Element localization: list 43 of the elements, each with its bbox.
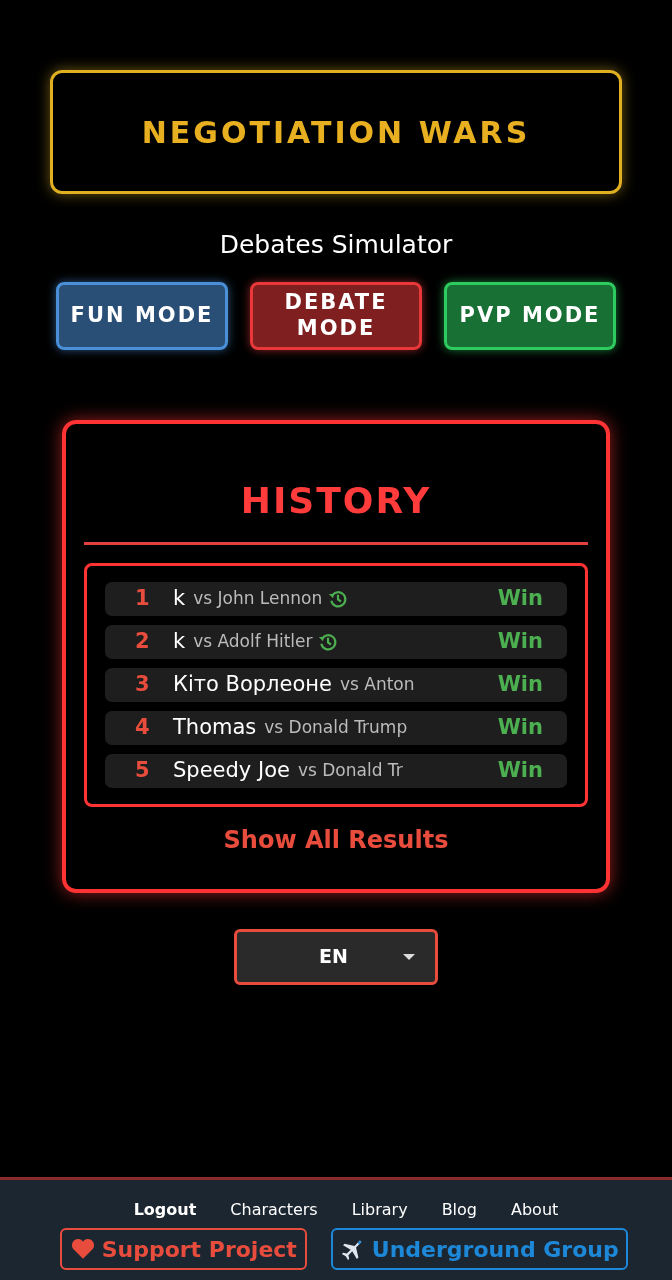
history-row[interactable]: 2 k vs Adolf Hitler Win: [105, 624, 567, 659]
result-label: Win: [497, 713, 543, 741]
support-button[interactable]: Support Project: [60, 1228, 307, 1270]
mode-button[interactable]: DEBATE MODE: [250, 281, 422, 350]
history-icon[interactable]: [318, 631, 339, 652]
rank-number: 1: [135, 584, 151, 612]
mode-button[interactable]: FUN MODE: [56, 281, 228, 350]
history-row[interactable]: 3 Кіто Ворлеоне vs Anton Win: [105, 667, 567, 702]
player-name: Thomas: [173, 713, 257, 741]
opponent-name: vs Adolf Hitler: [193, 629, 313, 653]
opponent-name: vs Anton: [339, 672, 415, 696]
rank-number: 2: [135, 627, 151, 655]
show-all-link[interactable]: Show All Results: [217, 820, 455, 859]
footer-link[interactable]: About: [511, 1198, 559, 1222]
result-label: Win: [497, 627, 543, 655]
result-label: Win: [497, 584, 543, 612]
footer-link[interactable]: Logout: [133, 1198, 197, 1222]
group-button[interactable]: Underground Group: [330, 1228, 628, 1270]
footer-link[interactable]: Library: [351, 1198, 408, 1222]
subtitle: Debates Simulator: [218, 229, 454, 261]
language-select[interactable]: EN: [234, 928, 438, 985]
player-name: k: [173, 584, 186, 612]
rank-number: 4: [135, 713, 151, 741]
footer-link[interactable]: Characters: [230, 1198, 318, 1222]
history-row[interactable]: 1 k vs John Lennon Win: [105, 581, 567, 616]
rank-number: 5: [135, 756, 151, 784]
opponent-name: vs Donald Tr: [297, 758, 403, 782]
player-name: k: [173, 627, 186, 655]
result-label: Win: [497, 756, 543, 784]
history-title: HISTORY: [84, 473, 588, 545]
rank-number: 3: [135, 670, 151, 698]
caret-icon: [403, 952, 415, 961]
result-label: Win: [497, 670, 543, 698]
history-row[interactable]: 4 Thomas vs Donald Trump Win: [105, 710, 567, 745]
player-name: Кіто Ворлеоне: [173, 670, 332, 698]
history-icon[interactable]: [328, 588, 349, 609]
mode-button[interactable]: PVP MODE: [444, 281, 616, 350]
opponent-name: vs John Lennon: [193, 586, 323, 610]
footer-link[interactable]: Blog: [441, 1198, 477, 1222]
opponent-name: vs Donald Trump: [264, 715, 408, 739]
player-name: Speedy Joe: [173, 756, 290, 784]
app-title: NEGOTIATION WARS: [141, 113, 531, 152]
history-row[interactable]: 5 Speedy Joe vs Donald Tr Win: [105, 753, 567, 788]
